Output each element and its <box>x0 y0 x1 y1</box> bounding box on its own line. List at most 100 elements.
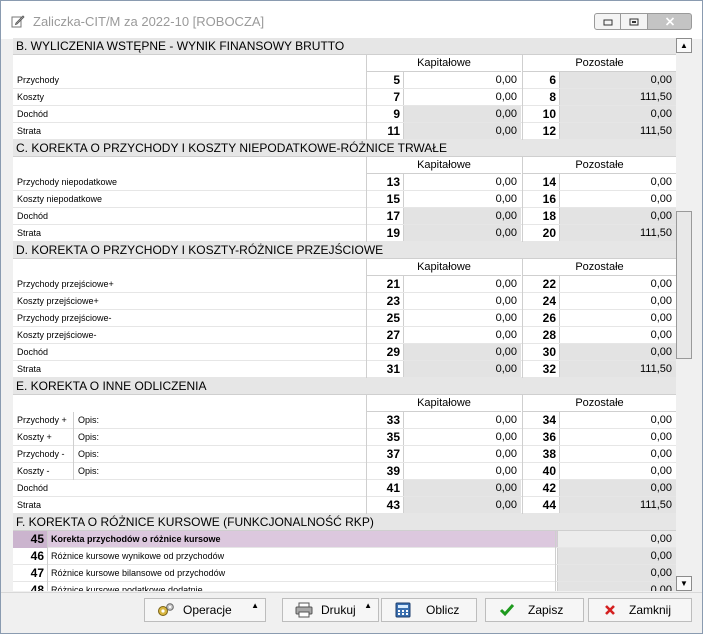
section-f-title: F. KOREKTA O RÓŻNICE KURSOWE (FUNKCJONAL… <box>13 514 676 531</box>
field-number: 19 <box>366 225 403 242</box>
value-field[interactable]: 0,00 <box>403 72 521 88</box>
value-field[interactable]: 0,00 <box>403 412 521 428</box>
dialog-window: Zaliczka-CIT/M za 2022-10 [ROBOCZA] B. W… <box>0 0 703 634</box>
field-number: 31 <box>366 361 403 378</box>
scroll-thumb[interactable] <box>676 211 692 359</box>
value-field[interactable]: 0,00 <box>403 327 521 343</box>
value-field[interactable]: 0,00 <box>559 463 676 479</box>
value-field[interactable]: 0,00 <box>403 446 521 462</box>
row-label: Różnice kursowe podatkowe dodatnie <box>48 582 556 591</box>
table-row[interactable]: 46 Różnice kursowe wynikowe od przychodó… <box>13 548 676 565</box>
field-number: 12 <box>522 123 559 140</box>
description-field[interactable]: Opis: <box>74 446 365 463</box>
drukuj-button[interactable]: Drukuj ▲ <box>282 598 379 622</box>
value-field[interactable]: 0,00 <box>403 174 521 190</box>
value-field[interactable]: 0,00 <box>403 191 521 207</box>
gears-icon <box>155 602 177 618</box>
field-number: 39 <box>366 463 403 480</box>
column-header-kapitalowe: Kapitałowe <box>366 259 521 276</box>
value-field[interactable]: 0,00 <box>403 463 521 479</box>
value-field[interactable]: 0,00 <box>403 310 521 326</box>
zapisz-label: Zapisz <box>528 603 564 617</box>
description-field[interactable]: Opis: <box>74 463 365 480</box>
field-number: 30 <box>522 344 559 361</box>
field-number: 37 <box>366 446 403 463</box>
table-row[interactable]: 47 Różnice kursowe bilansowe od przychod… <box>13 565 676 582</box>
description-field[interactable]: Opis: <box>74 412 365 429</box>
field-number: 43 <box>366 497 403 514</box>
value-field[interactable]: 0,00 <box>403 293 521 309</box>
description-field[interactable]: Opis: <box>74 429 365 446</box>
value-field[interactable]: 0,00 <box>559 191 676 207</box>
table-row: Przychody + Opis: 33 0,00 34 0,00 <box>13 412 676 429</box>
row-label: Strata <box>17 500 42 510</box>
vertical-scrollbar[interactable]: ▲ ▼ <box>676 38 692 591</box>
button-bar: Operacje ▲ Drukuj ▲ Oblicz Zapisz Zamkni… <box>1 592 702 633</box>
edit-document-icon <box>11 15 25 28</box>
oblicz-label: Oblicz <box>426 603 460 617</box>
column-header-kapitalowe: Kapitałowe <box>366 55 521 72</box>
value-field: 0,00 <box>559 208 676 224</box>
column-header-pozostale: Pozostałe <box>522 259 676 276</box>
close-button[interactable] <box>648 13 692 30</box>
row-label: Korekta przychodów o różnice kursowe <box>48 531 556 548</box>
value-field[interactable]: 0,00 <box>559 293 676 309</box>
field-number: 42 <box>522 480 559 497</box>
value-field: 0,00 <box>403 225 521 241</box>
section-c-title: C. KOREKTA O PRZYCHODY I KOSZTY NIEPODAT… <box>13 140 676 157</box>
value-field[interactable]: 0,00 <box>559 446 676 462</box>
value-field[interactable]: 0,00 <box>403 429 521 445</box>
field-number: 47 <box>13 565 48 582</box>
scroll-up-button[interactable]: ▲ <box>676 38 692 53</box>
minimize-button[interactable] <box>594 13 621 30</box>
field-number: 48 <box>13 582 48 591</box>
section-e-title: E. KOREKTA O INNE ODLICZENIA <box>13 378 676 395</box>
printer-icon <box>293 602 315 618</box>
value-field: 0,00 <box>557 548 676 564</box>
field-number: 40 <box>522 463 559 480</box>
table-row-selected[interactable]: 45 Korekta przychodów o różnice kursowe … <box>13 531 676 548</box>
table-row: Dochód 41 0,00 42 0,00 <box>13 480 676 497</box>
value-field[interactable]: 0,00 <box>403 89 521 105</box>
zamknij-label: Zamknij <box>629 603 672 617</box>
row-label: Koszty niepodatkowe <box>17 194 103 204</box>
close-icon <box>665 17 674 26</box>
row-label: Przychody przejściowe+ <box>17 279 114 289</box>
section-b-title: B. WYLICZENIA WSTĘPNE - WYNIK FINANSOWY … <box>13 38 676 55</box>
value-field[interactable]: 0,00 <box>559 327 676 343</box>
row-label: Przychody <box>17 75 60 85</box>
section-e-header: Kapitałowe Pozostałe <box>13 395 676 412</box>
zapisz-button[interactable]: Zapisz <box>485 598 584 622</box>
maximize-button[interactable] <box>621 13 648 30</box>
value-field[interactable]: 0,00 <box>559 429 676 445</box>
column-header-kapitalowe: Kapitałowe <box>366 395 521 412</box>
table-row[interactable]: 48 Różnice kursowe podatkowe dodatnie 0,… <box>13 582 676 591</box>
table-row: Przychody niepodatkowe 13 0,00 14 0,00 <box>13 174 676 191</box>
value-field: 0,00 <box>559 72 676 88</box>
row-label: Przychody + <box>13 412 74 429</box>
scroll-down-button[interactable]: ▼ <box>676 576 692 591</box>
value-field[interactable]: 0,00 <box>559 276 676 292</box>
value-field[interactable]: 0,00 <box>559 412 676 428</box>
value-field[interactable]: 0,00 <box>559 174 676 190</box>
table-row: Strata 11 0,00 12 111,50 <box>13 123 676 140</box>
value-field: 0,00 <box>403 344 521 360</box>
scroll-track[interactable] <box>676 53 692 576</box>
table-row: Koszty 7 0,00 8 111,50 <box>13 89 676 106</box>
operacje-button[interactable]: Operacje ▲ <box>144 598 266 622</box>
table-row: Dochód 29 0,00 30 0,00 <box>13 344 676 361</box>
field-number: 45 <box>13 531 48 548</box>
section-d-title: D. KOREKTA O PRZYCHODY I KOSZTY-RÓŻNICE … <box>13 242 676 259</box>
value-field[interactable]: 0,00 <box>559 310 676 326</box>
zamknij-button[interactable]: Zamknij <box>588 598 692 622</box>
field-number: 5 <box>366 72 403 89</box>
row-label: Strata <box>17 228 42 238</box>
row-label: Różnice kursowe bilansowe od przychodów <box>48 565 556 582</box>
field-number: 33 <box>366 412 403 429</box>
field-number: 24 <box>522 293 559 310</box>
value-field: 0,00 <box>557 565 676 581</box>
field-number: 15 <box>366 191 403 208</box>
oblicz-button[interactable]: Oblicz <box>381 598 477 622</box>
field-number: 9 <box>366 106 403 123</box>
value-field[interactable]: 0,00 <box>403 276 521 292</box>
